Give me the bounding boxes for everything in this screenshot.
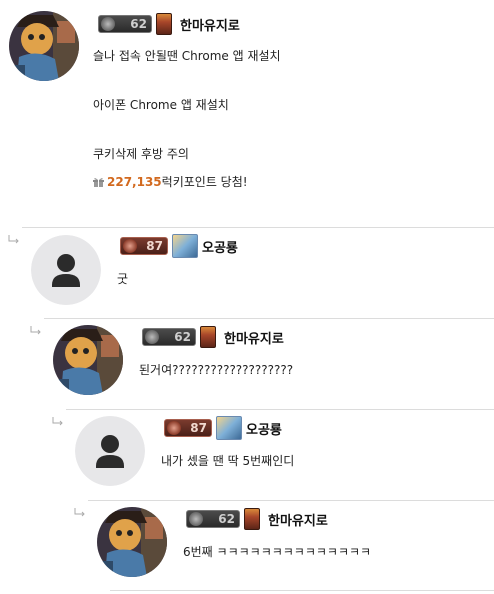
comment-reply: 87 오공룡 굿 [0,228,494,318]
character-icon [216,416,242,440]
comment-text-line: 된거여??????????????????? [139,363,294,377]
cat-avatar-icon [97,507,167,577]
level-badge: 87 [120,237,168,255]
lucky-point-reward: 227,135 럭키포인트 당첨! [93,173,248,190]
card-icon [200,326,216,348]
user-avatar[interactable] [75,416,145,486]
comment-text-line: 6번째 ㅋㅋㅋㅋㅋㅋㅋㅋㅋㅋㅋㅋㅋㅋ [183,545,372,559]
user-badges: 62 한마유지로 [186,508,328,530]
cat-avatar-icon [53,325,123,395]
comment-reply: 62 한마유지로 된거여??????????????????? [0,319,494,409]
user-avatar[interactable] [97,507,167,577]
level-badge: 87 [164,419,212,437]
user-badges: 62 한마유지로 [142,326,284,348]
default-user-icon [31,235,101,305]
gift-icon [93,177,104,187]
comment-text-line: 내가 셌을 땐 딱 5번째인디 [161,454,295,468]
user-avatar[interactable] [53,325,123,395]
comment-reply: 62 한마유지로 6번째 ㅋㅋㅋㅋㅋㅋㅋㅋㅋㅋㅋㅋㅋㅋ [0,501,494,591]
nickname[interactable]: 오공룡 [202,237,238,256]
level-emblem-icon [145,330,159,344]
user-avatar[interactable] [9,11,79,81]
user-avatar[interactable] [31,235,101,305]
card-icon [156,13,172,35]
user-badges: 87 오공룡 [164,416,282,440]
nickname[interactable]: 오공룡 [246,419,282,438]
cat-avatar-icon [9,11,79,81]
comment-thread: 62 한마유지로 슬나 접속 안될땐 Chrome 앱 재설치 아이폰 Chro… [0,0,494,594]
card-icon [244,508,260,530]
reward-label: 럭키포인트 당첨! [161,175,248,189]
nickname[interactable]: 한마유지로 [224,328,284,347]
user-badges: 62 한마유지로 [98,13,240,35]
comment-text-line: 아이폰 Chrome 앱 재설치 [93,98,229,112]
level-badge: 62 [142,328,196,346]
level-badge: 62 [186,510,240,528]
comment-text-line: 굿 [117,272,129,286]
comment-text-line: 쿠키삭제 후방 주의 [93,147,189,161]
level-emblem-icon [189,512,203,526]
level-emblem-icon [101,17,115,31]
nickname[interactable]: 한마유지로 [180,15,240,34]
comment: 62 한마유지로 슬나 접속 안될땐 Chrome 앱 재설치 아이폰 Chro… [0,0,494,220]
comment-text-line: 슬나 접속 안될땐 Chrome 앱 재설치 [93,49,281,63]
level-emblem-icon [167,421,181,435]
user-badges: 87 오공룡 [120,234,238,258]
nickname[interactable]: 한마유지로 [268,510,328,529]
divider [110,590,494,591]
reward-amount: 227,135 [107,174,162,189]
comment-reply: 87 오공룡 내가 셌을 땐 딱 5번째인디 [0,410,494,500]
level-emblem-icon [123,239,137,253]
level-badge: 62 [98,15,152,33]
default-user-icon [75,416,145,486]
character-icon [172,234,198,258]
